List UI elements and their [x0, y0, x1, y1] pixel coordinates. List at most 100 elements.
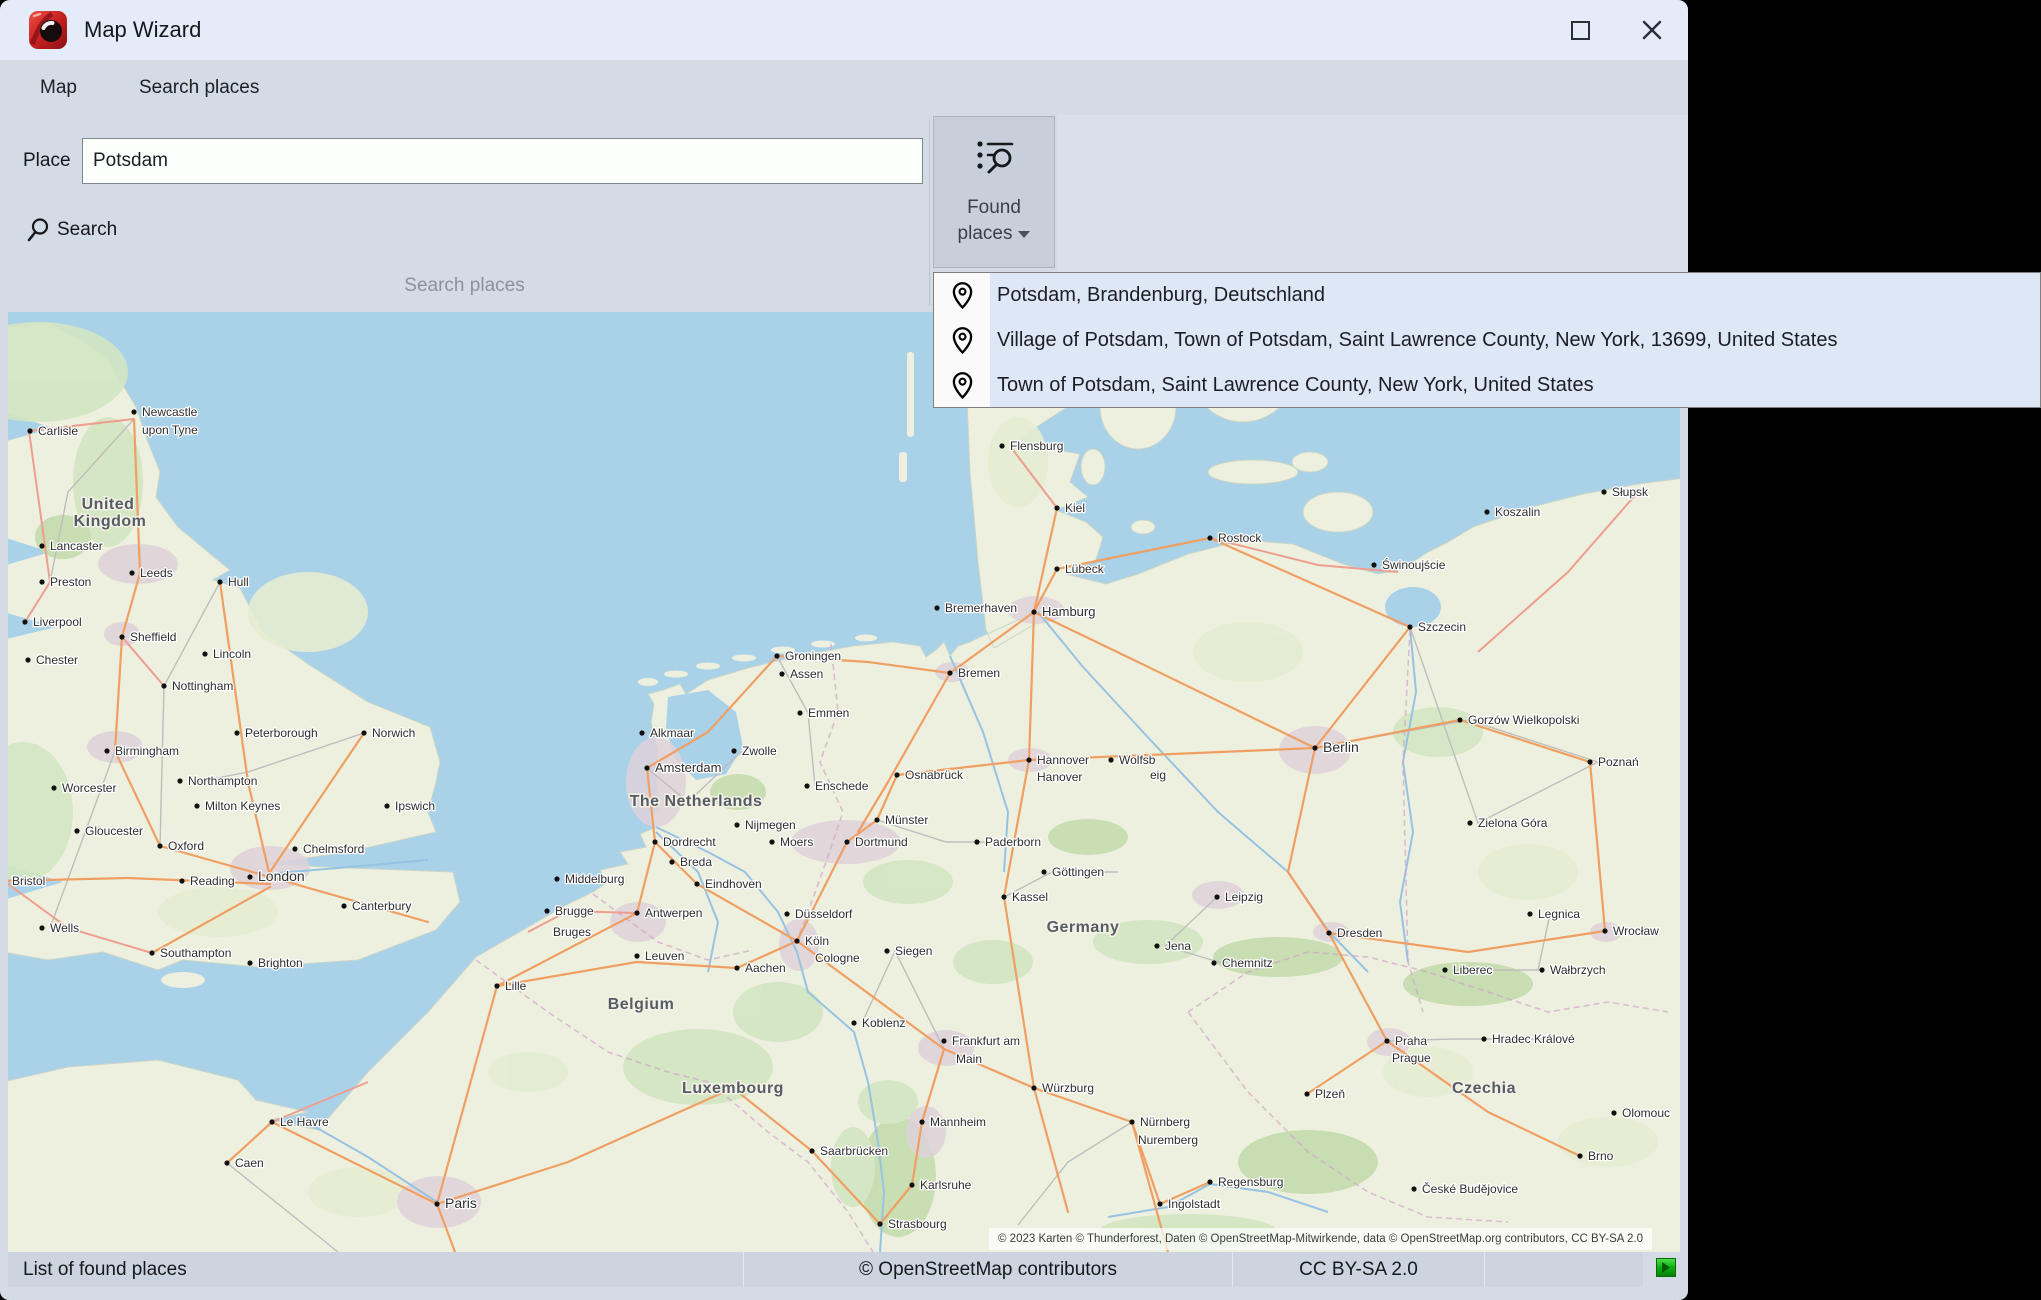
city-label: Milton Keynes — [205, 799, 280, 813]
map-pin-icon — [951, 372, 974, 399]
city-dot — [1031, 1085, 1036, 1090]
city-dot — [1207, 535, 1212, 540]
country-label: Kingdom — [74, 513, 147, 530]
city-dot — [554, 876, 559, 881]
city-label: Plzeň — [1315, 1087, 1345, 1101]
city-label: Lübeck — [1065, 562, 1105, 576]
city-dot — [784, 911, 789, 916]
city-label: Köln — [805, 934, 829, 948]
city-label: Bristol — [12, 874, 45, 888]
city-dot — [734, 965, 739, 970]
city-label: Alkmaar — [650, 726, 694, 740]
city-dot — [1108, 757, 1113, 762]
city-label: Poznań — [1598, 755, 1639, 769]
city-dot — [1527, 911, 1532, 916]
city-dot — [999, 443, 1004, 448]
city-label: Olomouc — [1622, 1106, 1670, 1120]
maximize-button[interactable] — [1544, 0, 1616, 60]
app-icon — [28, 10, 68, 50]
city-dot — [22, 619, 27, 624]
city-label: Świnoujście — [1382, 557, 1446, 572]
city-dot — [1481, 1036, 1486, 1041]
city-label: Nürnberg — [1140, 1115, 1190, 1129]
city-dot — [644, 765, 649, 770]
found-places-dropdown: Potsdam, Brandenburg, Deutschland Villag… — [933, 272, 2041, 408]
city-label: Kiel — [1065, 501, 1085, 515]
city-label: Assen — [790, 667, 823, 681]
found-place-item[interactable]: Village of Potsdam, Town of Potsdam, Sai… — [934, 318, 2040, 363]
close-button[interactable] — [1616, 0, 1688, 60]
city-label: Birmingham — [115, 744, 179, 758]
city-dot — [234, 730, 239, 735]
city-label: Siegen — [895, 944, 932, 958]
city-label: Cologne — [815, 951, 860, 965]
country-label: Czechia — [1452, 1080, 1516, 1097]
country-label: United — [82, 496, 135, 513]
found-place-item[interactable]: Potsdam, Brandenburg, Deutschland — [934, 273, 2040, 318]
app-window: Map Wizard Map Search places Place — [0, 0, 1688, 1300]
city-dot — [974, 839, 979, 844]
city-label: Osnabrück — [905, 768, 964, 782]
search-button[interactable]: Search — [20, 213, 123, 247]
status-bar: List of found places © OpenStreetMap con… — [8, 1252, 1643, 1287]
city-dot — [1577, 1153, 1582, 1158]
city-label: Groningen — [785, 649, 841, 663]
city-label: Chemnitz — [1222, 956, 1273, 970]
city-label: Amsterdam — [655, 760, 721, 775]
city-label: Leeds — [140, 566, 173, 580]
city-dot — [634, 953, 639, 958]
found-places-list-search-icon — [972, 135, 1016, 179]
city-dot — [1312, 745, 1317, 750]
city-dot — [194, 803, 199, 808]
found-place-item[interactable]: Town of Potsdam, Saint Lawrence County, … — [934, 363, 2040, 408]
city-dot — [39, 543, 44, 548]
dropdown-arrow-icon — [1018, 231, 1030, 238]
close-icon — [1641, 19, 1663, 41]
city-dot — [1442, 967, 1447, 972]
city-label: London — [258, 868, 305, 884]
city-dot — [1602, 928, 1607, 933]
found-places-button[interactable]: Found places — [933, 116, 1055, 268]
city-label: Preston — [50, 575, 91, 589]
status-osm-attribution: © OpenStreetMap contributors — [743, 1252, 1232, 1287]
city-dot — [361, 730, 366, 735]
city-label: Caen — [235, 1156, 264, 1170]
city-dot — [1211, 960, 1216, 965]
city-dot — [1539, 967, 1544, 972]
city-dot — [1371, 562, 1376, 567]
city-dot — [1054, 566, 1059, 571]
city-label: Zwolle — [742, 744, 777, 758]
city-label: Wells — [50, 921, 79, 935]
screen: { "window": { "title": "Map Wizard" }, "… — [0, 0, 2041, 1300]
city-dot — [804, 783, 809, 788]
city-dot — [51, 785, 56, 790]
city-label: Liverpool — [33, 615, 82, 629]
network-status-icon — [1656, 1258, 1676, 1277]
map-attribution: © 2023 Karten © Thunderforest, Daten © O… — [989, 1228, 1652, 1250]
ribbon-group-label: Search places — [0, 275, 929, 297]
city-label: Słupsk — [1612, 485, 1649, 499]
city-dot — [1154, 943, 1159, 948]
city-label: Antwerpen — [645, 906, 702, 920]
menu-item-map[interactable]: Map — [18, 67, 99, 109]
city-dot — [1587, 759, 1592, 764]
city-label: Hull — [228, 575, 249, 589]
city-dot — [292, 846, 297, 851]
ribbon-group-separator — [929, 119, 930, 305]
city-label: Ingolstadt — [1168, 1197, 1221, 1211]
country-label: The Netherlands — [630, 793, 763, 810]
map-view[interactable]: UnitedKingdomThe NetherlandsBelgiumGerma… — [8, 312, 1680, 1252]
city-label: Le Havre — [280, 1115, 329, 1129]
city-dot — [769, 839, 774, 844]
search-icon — [26, 217, 50, 243]
city-label: Emmen — [808, 706, 849, 720]
menu-item-search-places[interactable]: Search places — [117, 67, 281, 109]
city-dot — [1026, 757, 1031, 762]
city-label: Carlisle — [38, 424, 78, 438]
city-dot — [694, 881, 699, 886]
place-input[interactable] — [82, 138, 923, 184]
city-dot — [919, 1119, 924, 1124]
city-label: Hradec Králové — [1492, 1032, 1575, 1046]
city-label: Nuremberg — [1138, 1133, 1198, 1147]
city-dot — [247, 874, 252, 879]
